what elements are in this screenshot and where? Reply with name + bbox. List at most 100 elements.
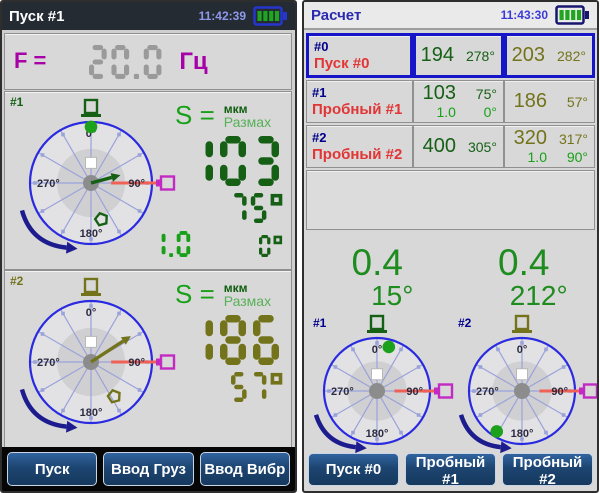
result-dials: #1 0° 90° 180° 270° #2 0° 90° 180° 270°	[304, 312, 597, 467]
svg-text:270°: 270°	[37, 357, 60, 369]
page-title: Расчет	[311, 7, 361, 24]
result-plane2: 0.4 212°	[451, 244, 598, 312]
result-dial-block-1: #1 0° 90° 180° 270°	[310, 312, 460, 469]
ch2-cell: 186 57°	[504, 80, 595, 123]
svg-text:0°: 0°	[517, 344, 528, 356]
ch1-amp: 400	[423, 136, 456, 157]
ch1-cell: 103 75° 1.0 0°	[413, 80, 504, 123]
run-id: #1	[312, 85, 406, 101]
dial2-tag: #2	[458, 316, 471, 330]
correction-results: 0.4 15° 0.4 212°	[304, 244, 597, 312]
run0-button[interactable]: Пуск #0	[308, 453, 399, 486]
bottom-button-row: Пуск #0 Пробный #1 Пробный #2	[308, 453, 593, 486]
table-row-trial2[interactable]: #2 Пробный #2 400305° 320317° 1.090°	[306, 125, 595, 168]
amplitude-caption-1: S = мкм Размах	[175, 102, 271, 129]
phase-readout-2	[230, 372, 286, 402]
ch2-phase: 317°	[554, 131, 588, 147]
trial2-button[interactable]: Пробный #2	[502, 453, 593, 486]
ch2-phase: 282°	[552, 48, 586, 64]
polar-dial-result-2: 0° 90° 180° 270°	[455, 312, 599, 469]
clock: 11:43:30	[501, 8, 548, 22]
trial-phase-1	[258, 235, 285, 257]
ch2-phase: 57°	[554, 94, 588, 110]
run-screen: Пуск #1 11:42:39 F = Гц #1 0°90°180°270°…	[0, 0, 297, 493]
s-label: S =	[175, 281, 215, 307]
frequency-panel: F = Гц	[4, 33, 292, 90]
run-cell: #1 Пробный #1	[306, 80, 413, 123]
polar-dial-result-1: 0° 90° 180° 270°	[310, 312, 460, 469]
run-cell: #0 Пуск #0	[306, 33, 413, 78]
ch1-trial-phase: 0°	[463, 104, 497, 120]
bottom-button-bar: Пуск Ввод Груз Ввод Вибр	[2, 447, 295, 491]
frequency-unit: Гц	[179, 48, 207, 76]
svg-text:90°: 90°	[128, 357, 145, 369]
ch1-phase: 278°	[461, 48, 495, 64]
ch2-amp: 320	[514, 128, 547, 149]
units-stack: мкм Размах	[224, 281, 271, 308]
run-id: #0	[314, 39, 404, 55]
phase-readout-1	[230, 193, 286, 223]
result-angle-1: 15°	[319, 282, 466, 310]
svg-text:90°: 90°	[406, 386, 423, 398]
run-name: Пуск #0	[314, 55, 404, 73]
svg-text:180°: 180°	[366, 428, 389, 440]
ch2-amp: 203	[512, 45, 545, 66]
trial1-button[interactable]: Пробный #1	[405, 453, 496, 486]
svg-text:180°: 180°	[80, 228, 103, 240]
run-cell: #2 Пробный #2	[306, 125, 413, 168]
amplitude-caption-2: S = мкм Размах	[175, 281, 271, 308]
svg-text:0°: 0°	[372, 344, 383, 356]
result-angle-2: 212°	[466, 282, 600, 310]
runs-table: #0 Пуск #0 194 278° 203 282° #1 Пробный #1…	[306, 33, 595, 230]
frequency-label: F =	[14, 48, 46, 74]
polar-dial-channel2: 0°90°180°270°	[16, 275, 182, 448]
ch2-amp: 186	[514, 91, 547, 112]
run-id: #2	[312, 130, 406, 146]
svg-text:0°: 0°	[86, 307, 97, 319]
table-row-trial1[interactable]: #1 Пробный #1 103 75° 1.0 0° 186 57°	[306, 80, 595, 123]
svg-text:270°: 270°	[331, 386, 354, 398]
battery-icon	[253, 6, 288, 26]
trial-weight-readout-1	[151, 231, 285, 257]
battery-icon	[555, 5, 590, 25]
table-row-run0[interactable]: #0 Пуск #0 194 278° 203 282°	[306, 33, 595, 78]
svg-text:180°: 180°	[511, 428, 534, 440]
ch1-amp: 194	[421, 45, 454, 66]
unit-bottom: Размах	[224, 116, 271, 129]
svg-text:90°: 90°	[551, 386, 568, 398]
calc-titlebar: Расчет 11:43:30	[304, 2, 597, 30]
amplitude-readout-1	[186, 136, 286, 186]
ch1-cell: 400 305°	[413, 125, 504, 168]
start-button[interactable]: Пуск	[7, 452, 97, 486]
ch2-cell: 320317° 1.090°	[504, 125, 595, 168]
unit-bottom: Размах	[224, 295, 271, 308]
page-title: Пуск #1	[9, 8, 64, 25]
ch2-trial-phase: 90°	[554, 149, 588, 165]
svg-text:270°: 270°	[476, 386, 499, 398]
table-empty-row	[306, 170, 595, 230]
run-name: Пробный #1	[312, 101, 406, 119]
calculation-screen: Расчет 11:43:30 #0 Пуск #0 194 278° 203 28…	[302, 0, 599, 493]
run-name: Пробный #2	[312, 146, 406, 164]
svg-text:90°: 90°	[128, 178, 145, 190]
trial-mass-1	[151, 231, 194, 257]
amplitude-readout-2	[186, 315, 286, 365]
ch1-phase: 75°	[463, 86, 497, 102]
channel2-panel: #2 0°90°180°270° S = мкм Размах	[4, 270, 292, 449]
enter-weight-button[interactable]: Ввод Груз	[103, 452, 193, 486]
channel1-panel: #1 0°90°180°270° S = мкм Размах	[4, 91, 292, 270]
ch1-amp: 103	[423, 83, 456, 104]
result-plane1: 0.4 15°	[304, 244, 451, 312]
units-stack: мкм Размах	[224, 102, 271, 129]
screenshot-stage: Пуск #1 11:42:39 F = Гц #1 0°90°180°270°…	[0, 0, 600, 493]
enter-vibration-button[interactable]: Ввод Вибр	[200, 452, 290, 486]
ch2-cell: 203 282°	[504, 33, 595, 78]
svg-text:270°: 270°	[37, 178, 60, 190]
result-mass-2: 0.4	[451, 244, 598, 282]
s-label: S =	[175, 102, 215, 128]
ch1-phase: 305°	[463, 139, 497, 155]
frequency-value	[88, 45, 167, 79]
ch1-cell: 194 278°	[413, 33, 504, 78]
dial1-tag: #1	[313, 316, 326, 330]
ch1-trial-mass: 1.0	[436, 104, 455, 120]
